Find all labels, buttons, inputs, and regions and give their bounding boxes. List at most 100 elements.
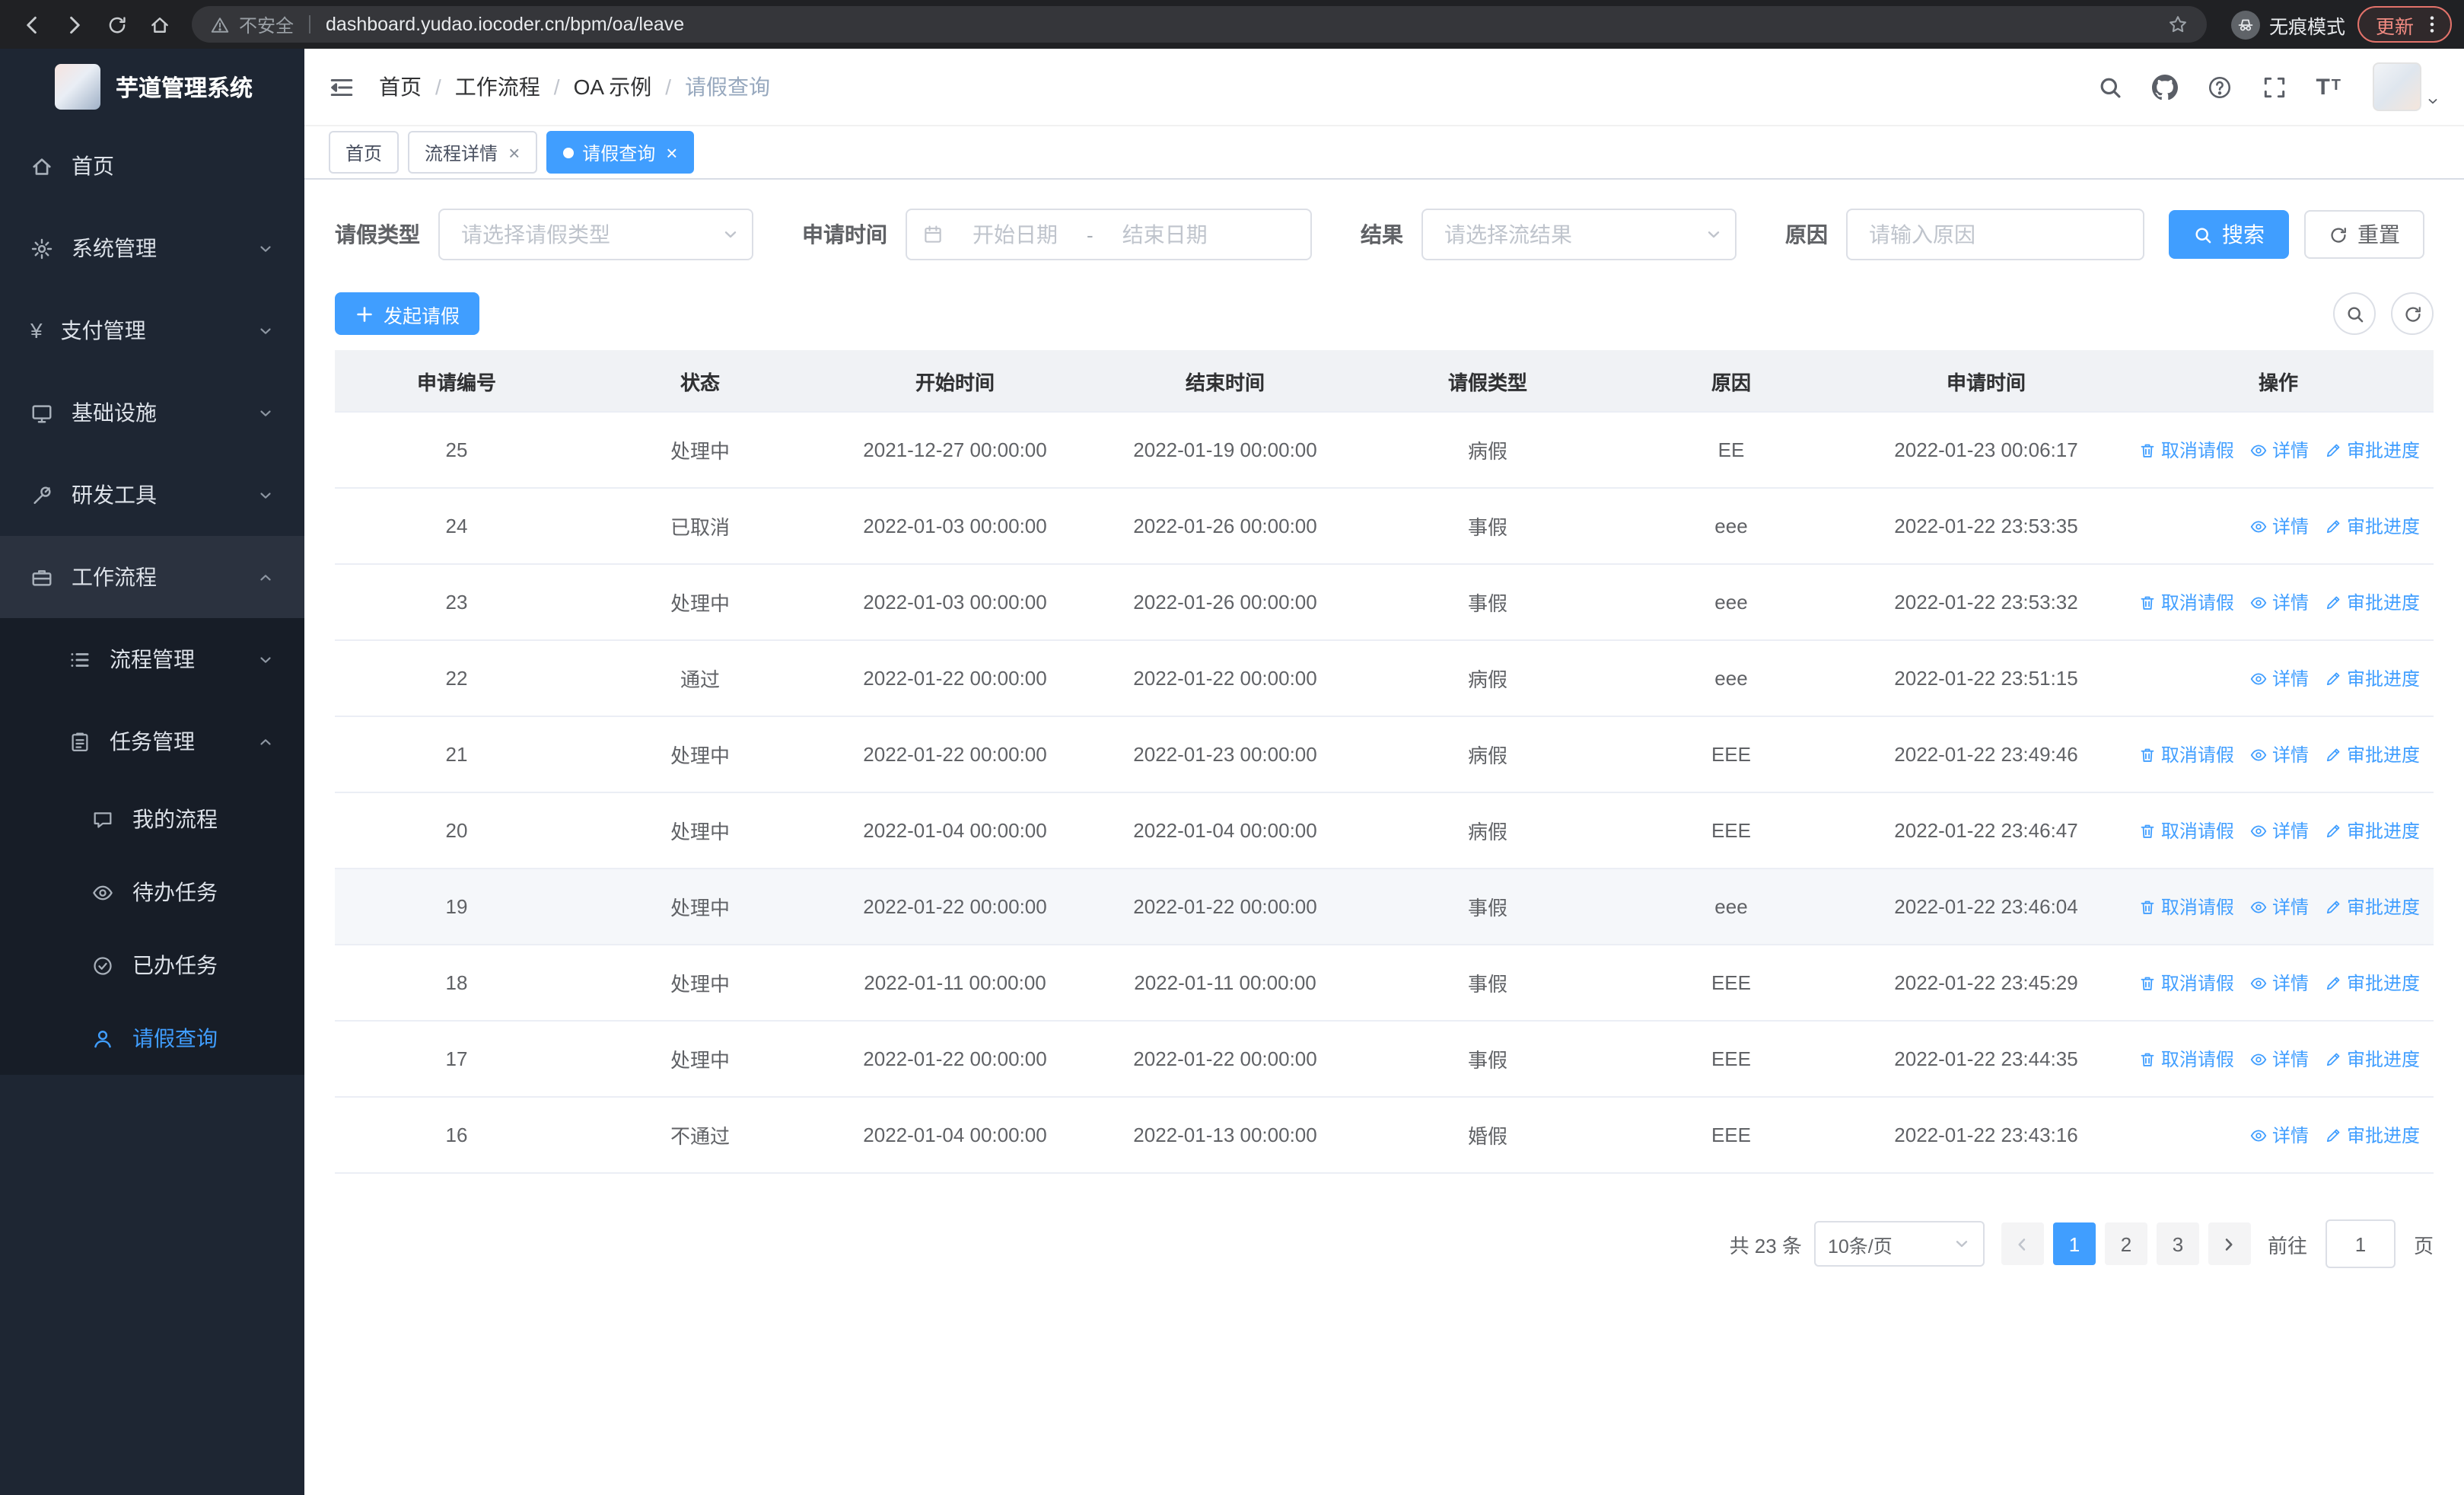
page-3-button[interactable]: 3 (2156, 1222, 2199, 1265)
tab-leave-query[interactable]: 请假查询 × (546, 131, 695, 174)
detail-link[interactable]: 详情 (2249, 1046, 2309, 1072)
page-size-select[interactable]: 10条/页 (1813, 1221, 1985, 1267)
forward-button[interactable] (55, 5, 94, 44)
sidebar-item-system[interactable]: 系统管理 (0, 207, 304, 289)
next-page-button[interactable] (2208, 1222, 2251, 1265)
detail-link[interactable]: 详情 (2249, 589, 2309, 615)
approval-progress-link[interactable]: 审批进度 (2324, 513, 2420, 539)
cell-reason: eee (1613, 869, 1849, 945)
tab-home[interactable]: 首页 (329, 131, 400, 174)
approval-progress-link[interactable]: 审批进度 (2324, 970, 2420, 996)
app-logo[interactable]: 芋道管理系统 (0, 49, 304, 125)
table-row-18[interactable]: 18 处理中 2022-01-11 00:00:00 2022-01-11 00:00… (335, 945, 2434, 1022)
sidebar-item-done-tasks[interactable]: 已办任务 (0, 929, 304, 1002)
cell-status: 处理中 (578, 564, 822, 641)
sidebar-item-todo-tasks[interactable]: 待办任务 (0, 856, 304, 929)
cancel-leave-link[interactable]: 取消请假 (2138, 1046, 2234, 1072)
create-leave-button[interactable]: 发起请假 (335, 292, 480, 335)
page-content: 请假类型 申请时间 - (304, 180, 2464, 1495)
detail-link[interactable]: 详情 (2249, 437, 2309, 463)
cancel-leave-link[interactable]: 取消请假 (2138, 894, 2234, 920)
leave-type-select[interactable] (438, 209, 753, 260)
close-tab-icon[interactable]: × (666, 141, 677, 164)
sidebar-item-process-mgmt[interactable]: 流程管理 (0, 618, 304, 700)
result-select[interactable] (1421, 209, 1737, 260)
detail-link[interactable]: 详情 (2249, 741, 2309, 767)
table-row-17[interactable]: 17 处理中 2022-01-22 00:00:00 2022-01-22 00:00… (335, 1021, 2434, 1098)
approval-progress-link[interactable]: 审批进度 (2324, 589, 2420, 615)
user-avatar[interactable] (2373, 62, 2440, 111)
approval-progress-link[interactable]: 审批进度 (2324, 894, 2420, 920)
leave-type-input[interactable] (458, 221, 715, 248)
sidebar-item-home[interactable]: 首页 (0, 125, 304, 207)
sidebar-item-task-mgmt[interactable]: 任务管理 (0, 700, 304, 783)
detail-link[interactable]: 详情 (2249, 894, 2309, 920)
page-1-button[interactable]: 1 (2052, 1222, 2096, 1265)
approval-progress-link[interactable]: 审批进度 (2324, 818, 2420, 843)
reset-button[interactable]: 重置 (2304, 210, 2424, 259)
cancel-leave-link[interactable]: 取消请假 (2138, 589, 2234, 615)
sidebar-item-devtools[interactable]: 研发工具 (0, 454, 304, 536)
sidebar-item-leave-query[interactable]: 请假查询 (0, 1002, 304, 1075)
table-row-21[interactable]: 21 处理中 2022-01-22 00:00:00 2022-01-23 00:00… (335, 716, 2434, 793)
table-row-20[interactable]: 20 处理中 2022-01-04 00:00:00 2022-01-04 00:00… (335, 792, 2434, 869)
detail-link[interactable]: 详情 (2249, 513, 2309, 539)
approval-progress-link[interactable]: 审批进度 (2324, 437, 2420, 463)
toggle-search-button[interactable] (2333, 292, 2376, 335)
page-2-button[interactable]: 2 (2104, 1222, 2147, 1265)
goto-page-input[interactable] (2325, 1219, 2396, 1268)
back-button[interactable] (12, 5, 52, 44)
cancel-leave-link[interactable]: 取消请假 (2138, 970, 2234, 996)
breadcrumb-item[interactable]: 首页 (379, 72, 422, 102)
github-icon[interactable] (2151, 74, 2178, 100)
end-date-input[interactable] (1102, 221, 1227, 248)
breadcrumb-item[interactable]: 工作流程 (455, 72, 540, 102)
refresh-table-button[interactable] (2391, 292, 2434, 335)
table-row-19[interactable]: 19 处理中 2022-01-22 00:00:00 2022-01-22 00:00… (335, 869, 2434, 945)
sidebar-item-payment[interactable]: ¥ 支付管理 (0, 289, 304, 371)
search-button[interactable]: 搜索 (2169, 210, 2289, 259)
cancel-leave-link[interactable]: 取消请假 (2138, 741, 2234, 767)
approval-progress-link[interactable]: 审批进度 (2324, 741, 2420, 767)
table-row-24[interactable]: 24 已取消 2022-01-03 00:00:00 2022-01-26 00:00… (335, 488, 2434, 565)
detail-link[interactable]: 详情 (2249, 1122, 2309, 1148)
search-icon[interactable] (2096, 74, 2122, 100)
font-size-icon[interactable]: TT (2316, 75, 2341, 98)
table-row-16[interactable]: 16 不通过 2022-01-04 00:00:00 2022-01-13 00:00… (335, 1097, 2434, 1174)
detail-link[interactable]: 详情 (2249, 970, 2309, 996)
refresh-button[interactable] (97, 5, 137, 44)
approval-progress-link[interactable]: 审批进度 (2324, 1122, 2420, 1148)
sidebar-item-workflow[interactable]: 工作流程 (0, 536, 304, 618)
start-date-input[interactable] (953, 221, 1078, 248)
result-input[interactable] (1441, 221, 1698, 248)
approval-progress-link[interactable]: 审批进度 (2324, 665, 2420, 691)
sidebar-item-infrastructure[interactable]: 基础设施 (0, 371, 304, 454)
bookmark-star-icon[interactable] (2167, 14, 2189, 35)
detail-link[interactable]: 详情 (2249, 818, 2309, 843)
prev-page-button[interactable] (2001, 1222, 2044, 1265)
browser-menu-icon[interactable] (2421, 14, 2443, 35)
table-row-25[interactable]: 25 处理中 2021-12-27 00:00:00 2022-01-19 00:00… (335, 412, 2434, 489)
pen-icon (2324, 441, 2342, 459)
cancel-leave-link[interactable]: 取消请假 (2138, 437, 2234, 463)
url-bar[interactable]: 不安全 dashboard.yudao.iocoder.cn/bpm/oa/le… (192, 6, 2207, 43)
apply-time-range-picker[interactable]: - (906, 209, 1312, 260)
question-icon[interactable] (2206, 74, 2232, 100)
pen-icon (2324, 517, 2342, 535)
fullscreen-icon[interactable] (2261, 74, 2287, 100)
breadcrumb-item[interactable]: OA 示例 (574, 72, 652, 102)
detail-link[interactable]: 详情 (2249, 665, 2309, 691)
tab-process-detail[interactable]: 流程详情 × (408, 131, 537, 174)
cancel-leave-link[interactable]: 取消请假 (2138, 818, 2234, 843)
table-row-22[interactable]: 22 通过 2022-01-22 00:00:00 2022-01-22 00:00:… (335, 640, 2434, 717)
sidebar-item-my-process[interactable]: 我的流程 (0, 783, 304, 856)
reason-input[interactable] (1866, 221, 2125, 248)
approval-progress-link[interactable]: 审批进度 (2324, 1046, 2420, 1072)
browser-toolbar: 不安全 dashboard.yudao.iocoder.cn/bpm/oa/le… (0, 0, 2464, 49)
sidebar-toggle-icon[interactable] (329, 74, 355, 100)
table-row-23[interactable]: 23 处理中 2022-01-03 00:00:00 2022-01-26 00:00… (335, 564, 2434, 641)
home-button[interactable] (140, 5, 180, 44)
browser-update-button[interactable]: 更新 (2357, 6, 2452, 43)
close-tab-icon[interactable]: × (508, 141, 520, 164)
reason-field[interactable] (1846, 209, 2144, 260)
